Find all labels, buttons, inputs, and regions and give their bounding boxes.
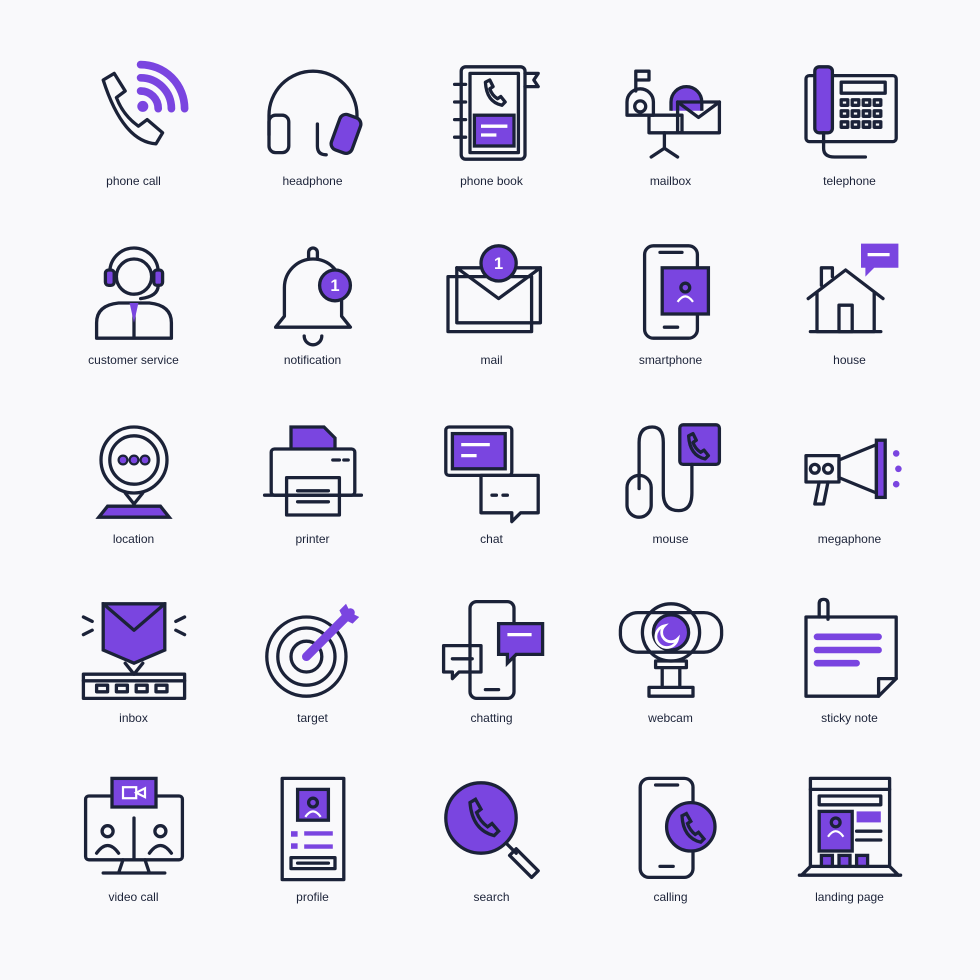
icon-label: webcam (648, 711, 693, 725)
icon-item-inbox: inbox (44, 595, 223, 774)
icon-item-phone-call: phone call (44, 58, 223, 237)
search-icon (443, 781, 540, 880)
icon-label: mailbox (649, 174, 692, 188)
sticky-note-icon (803, 597, 898, 698)
icon-label: smartphone (638, 353, 703, 367)
icon-grid: phone call headphone phone book mailbox … (44, 58, 939, 953)
icon-item-mailbox: mailbox (581, 58, 760, 237)
icon-item-calling: calling (581, 774, 760, 953)
printer-icon (262, 425, 363, 517)
icon-item-target: target (223, 595, 402, 774)
icon-item-search: search (402, 774, 581, 953)
video-call-icon (83, 776, 184, 875)
icon-label: chat (480, 532, 503, 546)
icon-label: mail (480, 353, 503, 367)
icon-item-video-call: video call (44, 774, 223, 953)
icon-label: phone call (106, 174, 161, 188)
icon-item-chat: chat (402, 416, 581, 595)
icon-item-phone-book: phone book (402, 58, 581, 237)
calling-icon (638, 776, 717, 880)
icon-label: video call (108, 890, 159, 904)
icon-label: target (297, 711, 328, 725)
headphone-icon (266, 69, 363, 157)
inbox-icon (81, 602, 186, 701)
icon-item-megaphone: megaphone (760, 416, 939, 595)
icon-item-chatting: chatting (402, 595, 581, 774)
profile-icon (280, 776, 345, 882)
icon-label: profile (296, 890, 329, 904)
mouse-icon (624, 423, 721, 519)
mail-icon: 1 (445, 244, 542, 334)
mailbox-icon (624, 69, 721, 159)
notification-icon: 1 (273, 246, 352, 347)
icon-label: calling (653, 890, 688, 904)
icon-label: phone book (460, 174, 523, 188)
icon-label: search (473, 890, 510, 904)
icon-label: mouse (652, 532, 689, 546)
chatting-icon (441, 599, 544, 701)
icon-label: house (833, 353, 866, 367)
icon-item-telephone: telephone (760, 58, 939, 237)
icon-label: sticky note (821, 711, 878, 725)
icon-label: location (112, 532, 155, 546)
icon-item-location: location (44, 416, 223, 595)
icon-item-printer: printer (223, 416, 402, 595)
icon-label: landing page (815, 890, 884, 904)
icon-label: chatting (470, 711, 513, 725)
icon-item-headphone: headphone (223, 58, 402, 237)
icon-label: customer service (88, 353, 179, 367)
phone-call-icon (101, 60, 188, 146)
icon-label: megaphone (817, 532, 882, 546)
icon-item-profile: profile (223, 774, 402, 953)
icon-label: telephone (823, 174, 876, 188)
target-icon (264, 603, 359, 698)
icon-label: notification (283, 353, 342, 367)
badge-count: 1 (330, 277, 339, 295)
icon-item-notification: 1 notification (223, 237, 402, 416)
landing-page-icon (797, 776, 902, 877)
icon-item-customer-service: customer service (44, 237, 223, 416)
customer-service-icon (94, 246, 173, 340)
house-icon (806, 243, 898, 334)
icon-item-webcam: webcam (581, 595, 760, 774)
location-icon (94, 425, 173, 519)
icon-item-smartphone: smartphone (581, 237, 760, 416)
phone-book-icon (452, 65, 540, 161)
icon-item-mouse: mouse (581, 416, 760, 595)
icon-item-landing-page: landing page (760, 774, 939, 953)
icon-item-sticky-note: sticky note (760, 595, 939, 774)
telephone-icon (803, 65, 898, 159)
chat-icon (443, 425, 540, 524)
megaphone-icon (803, 438, 902, 506)
icon-label: inbox (119, 711, 148, 725)
badge-count: 1 (494, 255, 503, 273)
icon-item-house: house (760, 237, 939, 416)
smartphone-icon (642, 244, 710, 340)
icon-label: printer (295, 532, 330, 546)
webcam-icon (618, 602, 723, 698)
icon-item-mail: 1 mail (402, 237, 581, 416)
icon-label: headphone (282, 174, 343, 188)
